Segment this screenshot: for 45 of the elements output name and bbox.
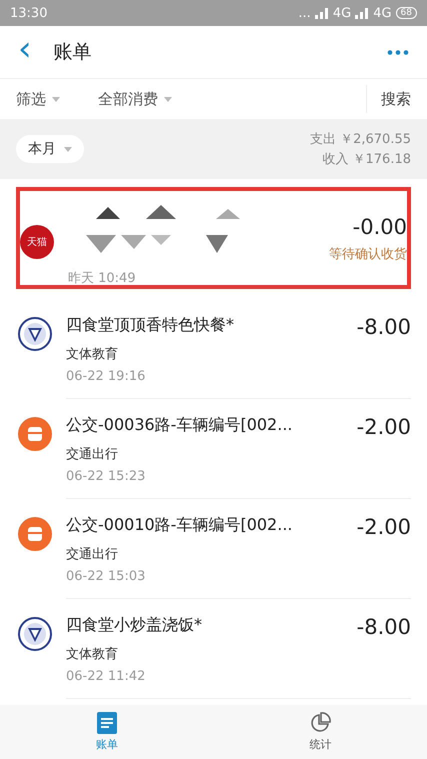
- income-total: 收入 ￥176.18: [322, 151, 411, 168]
- month-dropdown[interactable]: 本月: [16, 135, 84, 163]
- status-time: 13:30: [10, 6, 48, 20]
- store-logo: 天猫: [20, 225, 54, 259]
- transaction-category: 交通出行: [66, 446, 119, 463]
- more-icon[interactable]: [387, 50, 409, 54]
- emblem-icon: [18, 617, 52, 651]
- transaction-time: 06-22 15:03: [66, 569, 146, 584]
- transaction-amount: -8.00: [356, 615, 411, 639]
- transaction-title: 四食堂小炒盖浇饭*: [66, 615, 202, 636]
- network-label: 4G: [332, 6, 352, 20]
- nav-tab[interactable]: 账单: [0, 705, 214, 759]
- order-status: 等待确认收货: [329, 246, 407, 263]
- status-dots: ...: [298, 6, 311, 20]
- transaction-time: 06-22 15:23: [66, 469, 146, 484]
- page-title: 账单: [54, 40, 93, 65]
- transaction-category: 文体教育: [66, 346, 119, 363]
- battery-indicator: 68: [396, 7, 417, 19]
- nav-tab[interactable]: 统计: [214, 705, 427, 759]
- transaction-title: 四食堂顶顶香特色快餐*: [66, 315, 234, 336]
- bus-icon: [18, 517, 52, 551]
- transaction-amount: -0.00: [352, 215, 407, 239]
- transaction-time: 06-22 19:16: [66, 369, 146, 384]
- bus-icon: [18, 417, 52, 451]
- transaction-amount: -8.00: [356, 315, 411, 339]
- transaction-time: 06-22 11:42: [66, 669, 146, 684]
- transaction-amount: -2.00: [356, 515, 411, 539]
- transaction-title: 公交-00036路-车辆编号[002...: [66, 415, 292, 436]
- emblem-icon: [18, 317, 52, 351]
- pie-chart-icon: [309, 712, 332, 734]
- expense-total: 支出 ￥2,670.55: [310, 131, 411, 148]
- transaction-category: 交通出行: [66, 546, 119, 563]
- signal-icon: [314, 7, 329, 19]
- filter-dropdown[interactable]: 全部消费: [98, 90, 172, 108]
- signal-icon: [355, 7, 370, 19]
- transaction-title: 公交-00010路-车辆编号[002...: [66, 515, 292, 536]
- transaction-time: 昨天 10:49: [68, 270, 137, 287]
- network-label: 4G: [373, 6, 392, 20]
- transaction-category: 文体教育: [66, 646, 119, 663]
- back-button[interactable]: ‹: [18, 32, 32, 72]
- filter-dropdown[interactable]: 筛选: [16, 90, 60, 108]
- search-button[interactable]: 搜索: [366, 85, 427, 113]
- transaction-amount: -2.00: [356, 415, 411, 439]
- list-icon: [96, 712, 117, 734]
- highlighted-transaction[interactable]: 天猫 -0.00 等待确认收货 昨天 10:49: [16, 187, 411, 289]
